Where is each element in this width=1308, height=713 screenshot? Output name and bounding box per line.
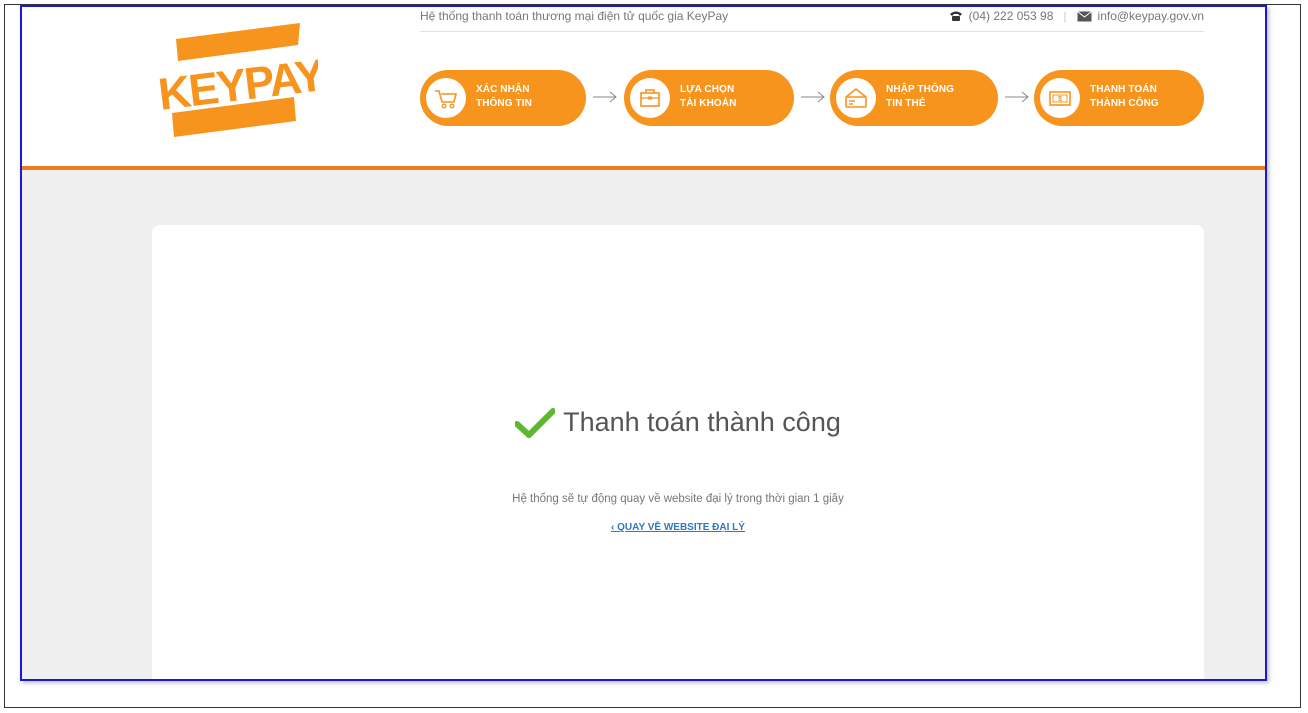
redirect-notice: Hệ thống sẽ tự động quay về website đại …	[512, 493, 844, 505]
keypay-logo[interactable]: KEYPAY	[148, 21, 318, 141]
step-label: XÁC NHẬN THÔNG TIN	[476, 84, 532, 109]
back-to-merchant-link[interactable]: ‹ QUAY VỀ WEBSITE ĐẠI LÝ	[152, 522, 1204, 533]
checkout-steps: XÁC NHẬN THÔNG TIN LỰA CHỌN TÀI KHOẢN NHẬP…	[420, 70, 1210, 126]
step-payment-success: $ THANH TOÁN THÀNH CÔNG	[1034, 70, 1204, 126]
contact-info: (04) 222 053 98 | info@keypay.gov.vn	[949, 9, 1204, 23]
top-info-bar: Hệ thống thanh toán thương mại điện tử q…	[420, 7, 1204, 32]
page-header: KEYPAY Hệ thống thanh toán thương mại đi…	[22, 7, 1265, 170]
arrow-right-icon	[593, 91, 617, 103]
step-label: THANH TOÁN THÀNH CÔNG	[1090, 84, 1159, 109]
email-address[interactable]: info@keypay.gov.vn	[1098, 9, 1204, 23]
cart-icon	[426, 78, 466, 118]
step-card-info: NHẬP THÔNG TIN THẺ	[830, 70, 998, 126]
money-icon: $	[1040, 78, 1080, 118]
step-confirm-info: XÁC NHẬN THÔNG TIN	[420, 70, 586, 126]
email-icon	[1076, 10, 1092, 21]
contact-separator: |	[1063, 9, 1067, 23]
phone-number[interactable]: (04) 222 053 98	[969, 9, 1054, 23]
success-title: Thanh toán thành công	[563, 407, 841, 437]
step-choose-account: LỰA CHỌN TÀI KHOẢN	[624, 70, 794, 126]
step-label: NHẬP THÔNG TIN THẺ	[886, 84, 955, 109]
arrow-right-icon	[801, 91, 825, 103]
result-card: Thanh toán thành công Hệ thống sẽ tự độn…	[152, 225, 1204, 679]
card-icon	[836, 78, 876, 118]
site-tagline: Hệ thống thanh toán thương mại điện tử q…	[420, 9, 729, 23]
briefcase-icon	[630, 78, 670, 118]
arrow-right-icon	[1005, 91, 1029, 103]
browser-viewport: KEYPAY Hệ thống thanh toán thương mại đi…	[20, 5, 1267, 681]
step-label: LỰA CHỌN TÀI KHOẢN	[680, 84, 737, 109]
check-icon	[515, 407, 556, 438]
phone-icon	[949, 11, 962, 21]
success-message: Thanh toán thành công	[152, 407, 1204, 438]
svg-text:$: $	[1058, 96, 1062, 103]
